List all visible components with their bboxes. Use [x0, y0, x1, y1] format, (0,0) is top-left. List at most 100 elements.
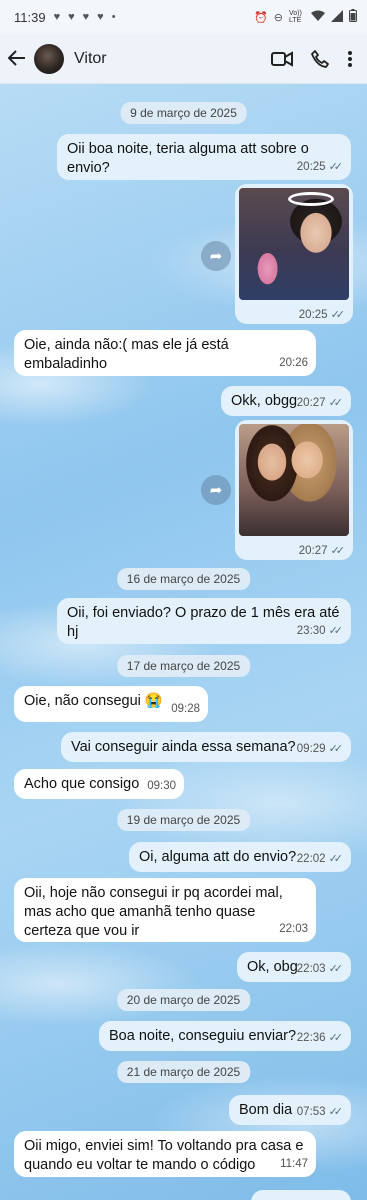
message-meta: 07:53 ✓✓	[297, 1103, 343, 1122]
photo-image[interactable]	[239, 424, 349, 536]
read-check-icon: ✓✓	[328, 1032, 344, 1044]
message-time: 22:02	[296, 853, 326, 865]
date-separator: 17 de março de 2025	[116, 655, 251, 677]
message-incoming[interactable]: Oii, hoje não consegui ir pq acordei mal…	[14, 878, 316, 942]
message-text: Boa noite, conseguiu enviar?	[109, 1028, 297, 1044]
message-incoming[interactable]: Oie, não consegui 😭 09:28	[14, 686, 208, 722]
avatar[interactable]	[34, 43, 64, 74]
message-meta: 22:03 ✓✓	[297, 960, 343, 979]
message-meta: 20:26	[279, 354, 308, 373]
heart-icon: ♥	[97, 11, 104, 23]
forward-icon[interactable]: ➦	[201, 241, 231, 271]
message-time: 22:03	[279, 923, 308, 935]
message-meta: 11:47	[280, 1155, 308, 1174]
message-time: 22:36	[296, 1032, 326, 1044]
heart-icon: ♥	[53, 11, 61, 23]
date-separator: 16 de março de 2025	[116, 568, 251, 590]
battery-icon	[349, 9, 357, 25]
message-meta: 20:27 ✓✓	[297, 394, 343, 413]
read-check-icon: ✓✓	[330, 545, 346, 557]
message-time: 09:28	[171, 703, 200, 715]
read-check-icon: ✓✓	[328, 625, 344, 637]
photo-image[interactable]	[239, 188, 349, 300]
message-time: 22:03	[296, 963, 326, 975]
image-message[interactable]: 20:25 ✓✓	[235, 184, 353, 324]
halo-decoration	[288, 192, 334, 206]
message-meta: 20:25 ✓✓	[298, 308, 346, 322]
message-time: 23:30	[296, 625, 326, 637]
message-meta: 20:27 ✓✓	[298, 544, 346, 558]
message-time: 09:29	[296, 743, 326, 755]
forward-icon[interactable]: ➦	[201, 475, 231, 505]
message-time: 20:27	[298, 544, 328, 557]
message-text: Oii, hoje não consegui ir pq acordei mal…	[24, 885, 283, 939]
message-time: 09:30	[147, 780, 176, 792]
message-time: 20:25	[296, 161, 326, 173]
message-text: Okk, obgg	[231, 393, 298, 409]
message-text: Oie, ainda não:( mas ele já está embalad…	[24, 337, 229, 372]
message-text: Bom dia	[239, 1102, 293, 1118]
message-incoming[interactable]: Oii migo, enviei sim! To voltando pra ca…	[14, 1131, 316, 1177]
message-outgoing[interactable]: Ok, obg 22:03 ✓✓	[237, 952, 351, 982]
volte-icon: Vo)) LTE	[289, 10, 302, 24]
message-time: 20:25	[298, 308, 328, 321]
message-meta: 09:29 ✓✓	[297, 740, 343, 759]
message-outgoing[interactable]: Oii boa noite, teria alguma att sobre o …	[57, 134, 351, 180]
image-message[interactable]: 20:27 ✓✓	[235, 420, 353, 560]
message-text: Vai conseguir ainda essa semana?	[71, 739, 296, 755]
message-outgoing[interactable]: Okk, obgg 20:27 ✓✓	[221, 386, 351, 416]
message-outgoing-partial[interactable]	[251, 1190, 351, 1200]
contact-name[interactable]: Vitor	[74, 50, 271, 68]
message-meta: 23:30 ✓✓	[297, 622, 343, 641]
message-outgoing[interactable]: Vai conseguir ainda essa semana? 09:29 ✓✓	[61, 732, 351, 762]
back-arrow-icon[interactable]	[7, 46, 30, 72]
heart-icon: ♥	[82, 11, 90, 23]
message-text: Oii migo, enviei sim! To voltando pra ca…	[24, 1138, 304, 1173]
read-check-icon: ✓✓	[328, 397, 344, 409]
message-incoming[interactable]: Acho que consigo 09:30	[14, 769, 184, 799]
message-text: Oie, não consegui 😭	[24, 693, 163, 709]
dnd-icon: ⊖	[273, 11, 283, 24]
read-check-icon: ✓✓	[328, 853, 344, 865]
status-time: 11:39	[14, 9, 46, 25]
message-meta: 09:28	[171, 700, 200, 719]
message-outgoing[interactable]: Bom dia 07:53 ✓✓	[229, 1095, 351, 1125]
message-outgoing[interactable]: Oii, foi enviado? O prazo de 1 mês era a…	[57, 598, 351, 644]
message-time: 20:27	[296, 397, 326, 409]
message-incoming[interactable]: Oie, ainda não:( mas ele já está embalad…	[14, 330, 316, 376]
read-check-icon: ✓✓	[328, 743, 344, 755]
message-text: Acho que consigo	[24, 776, 140, 792]
date-separator: 9 de março de 2025	[120, 102, 247, 124]
read-check-icon: ✓✓	[328, 1106, 344, 1118]
wifi-icon	[311, 10, 325, 25]
message-outgoing[interactable]: Oi, alguma att do envio? 22:02 ✓✓	[129, 842, 351, 872]
date-separator: 21 de março de 2025	[116, 1061, 251, 1083]
message-meta: 22:03	[279, 920, 308, 939]
message-meta: 22:36 ✓✓	[297, 1029, 343, 1048]
alarm-icon: ⏰	[254, 11, 268, 24]
message-meta: 09:30	[147, 777, 176, 796]
heart-icon: ♥	[68, 11, 75, 23]
message-text: Oi, alguma att do envio?	[139, 849, 297, 865]
message-meta: 20:25 ✓✓	[297, 158, 343, 177]
date-separator: 20 de março de 2025	[116, 989, 251, 1011]
chat-header: Vitor	[0, 34, 367, 84]
signal-icon	[331, 9, 343, 25]
message-outgoing[interactable]: Boa noite, conseguiu enviar? 22:36 ✓✓	[99, 1021, 351, 1051]
dot-icon: •	[111, 11, 116, 23]
message-time: 20:26	[279, 357, 308, 369]
message-time: 07:53	[296, 1106, 326, 1118]
status-bar: 11:39 ♥ ♥ ♥ ♥ • ⏰ ⊖ Vo)) LTE	[0, 0, 367, 34]
message-meta: 22:02 ✓✓	[297, 850, 343, 869]
message-time: 11:47	[280, 1158, 308, 1170]
chat-area[interactable]: 9 de março de 2025 Oii boa noite, teria …	[0, 84, 367, 1200]
video-call-icon[interactable]	[271, 50, 293, 67]
date-separator: 19 de março de 2025	[116, 809, 251, 831]
message-text: Oii boa noite, teria alguma att sobre o …	[67, 141, 309, 176]
read-check-icon: ✓✓	[328, 963, 344, 975]
read-check-icon: ✓✓	[330, 309, 346, 321]
message-text: Ok, obg	[247, 959, 298, 975]
read-check-icon: ✓✓	[328, 161, 344, 173]
phone-call-icon[interactable]	[311, 49, 329, 68]
more-options-icon[interactable]	[347, 50, 353, 68]
